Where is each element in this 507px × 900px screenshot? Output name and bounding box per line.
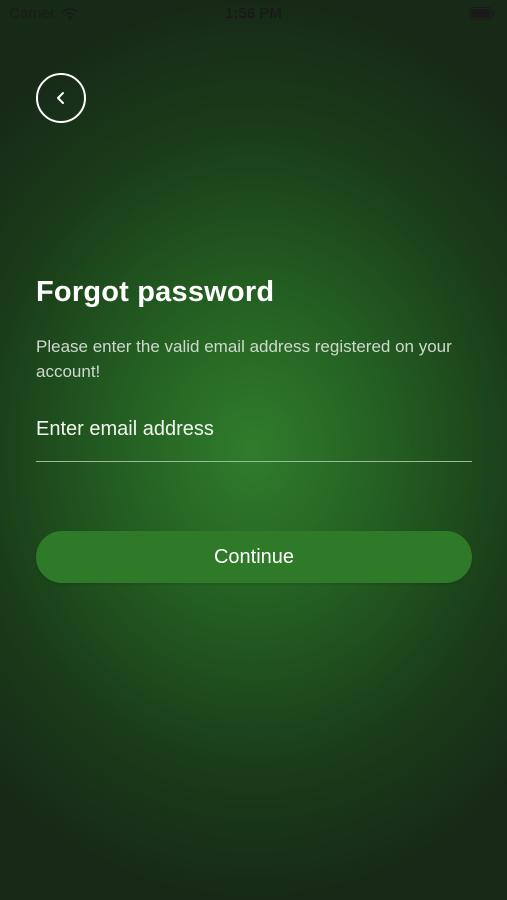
- status-bar: Carrier 1:56 PM: [0, 0, 507, 30]
- chevron-left-icon: [57, 92, 64, 104]
- battery-icon: [469, 7, 495, 20]
- email-input[interactable]: [36, 412, 472, 447]
- status-time: 1:56 PM: [225, 5, 282, 22]
- page-description: Please enter the valid email address reg…: [36, 337, 452, 381]
- page-title: Forgot password: [36, 276, 275, 308]
- email-field[interactable]: [36, 412, 472, 462]
- continue-button[interactable]: Continue: [36, 531, 472, 583]
- back-button[interactable]: [36, 73, 86, 123]
